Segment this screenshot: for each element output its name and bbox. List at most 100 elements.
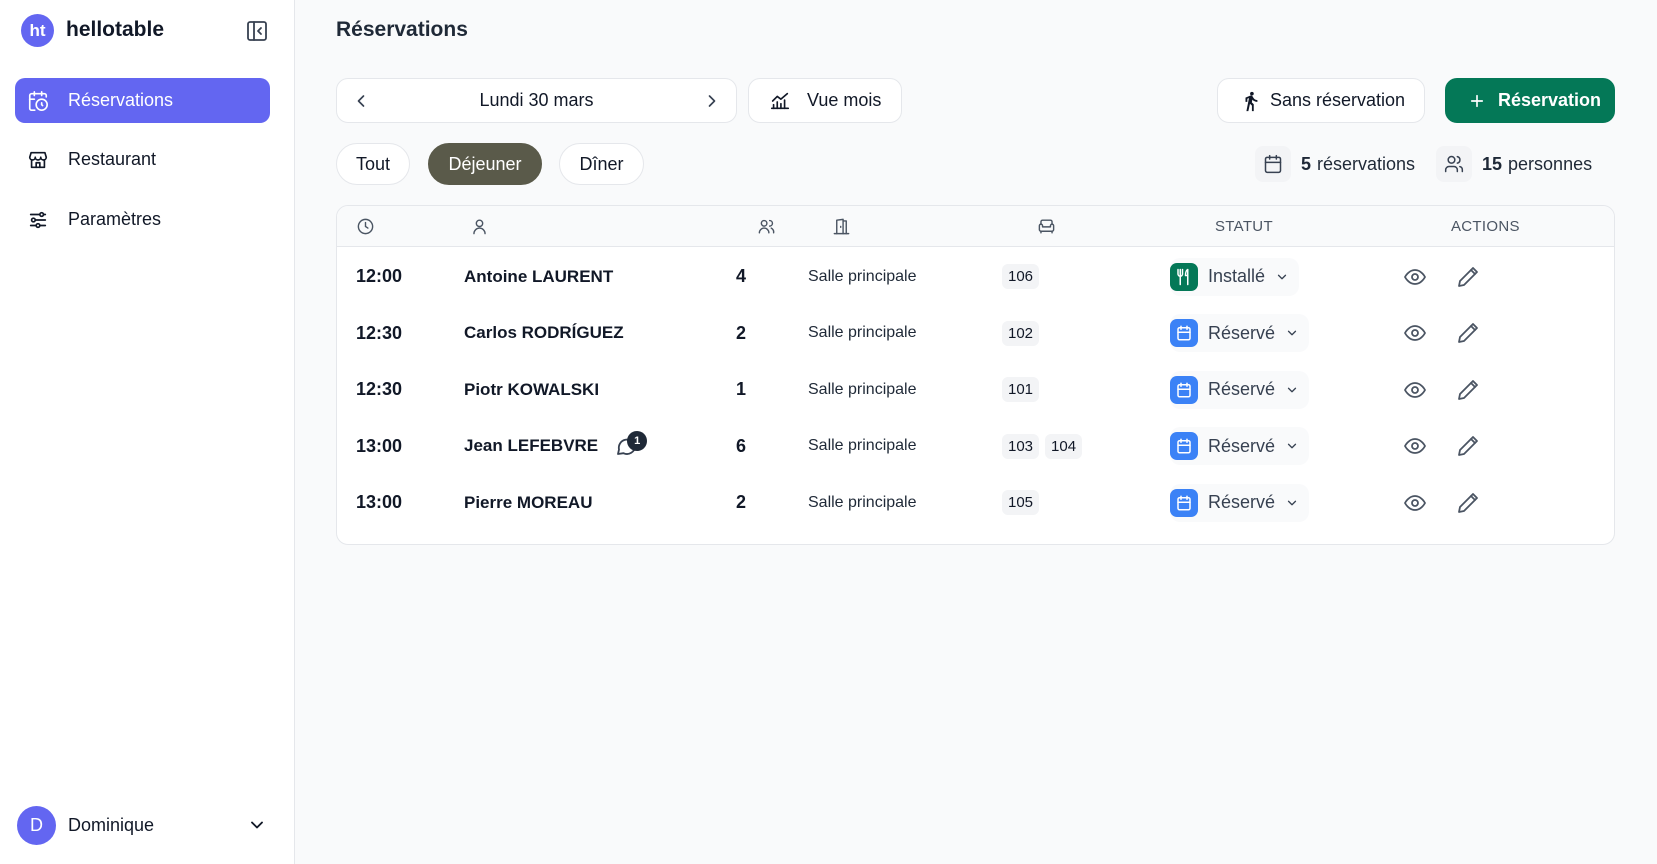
edit-button[interactable] [1456,247,1480,307]
chevron-down-icon [251,821,263,829]
calendar-icon [1170,319,1198,348]
calendar-icon [1170,375,1198,404]
walk-in-button[interactable]: Sans réservation [1217,78,1425,123]
status-label: Réservé [1208,435,1276,456]
edit-button[interactable] [1456,473,1480,533]
table-numbers: 102 [1002,304,1045,364]
user-icon [470,217,489,240]
logo: ht [21,14,54,47]
filter-dejeuner[interactable]: Déjeuner [428,143,542,185]
guest-name: Pierre MOREAU [464,492,593,512]
reservation-time: 12:30 [356,322,403,343]
walk-in-label: Sans réservation [1270,90,1406,110]
pencil-icon [1458,379,1478,400]
party-size: 6 [736,435,747,456]
edit-button[interactable] [1456,417,1480,477]
add-reservation-button[interactable]: Réservation [1445,78,1615,123]
table-row[interactable]: 13:00 Jean LEFEBVRE 1 6 Salle principale… [337,417,1614,477]
status-dropdown[interactable]: Réservé [1170,314,1310,353]
pencil-icon [1458,266,1478,287]
calendar-icon [1255,146,1291,182]
sliders-icon [29,211,47,228]
brand-name: hellotable [66,18,165,41]
pencil-icon [1458,436,1478,457]
view-button[interactable] [1403,247,1427,307]
table-numbers: 105 [1002,473,1045,533]
guest-name: Piotr KOWALSKI [464,379,600,399]
table-row[interactable]: 12:00 Antoine LAURENT 4 Salle principale… [337,247,1614,307]
view-button[interactable] [1403,473,1427,533]
table-row[interactable]: 12:30 Carlos RODRÍGUEZ 2 Salle principal… [337,304,1614,364]
month-view-button[interactable]: Vue mois [748,78,902,123]
reservation-time: 13:00 [356,435,403,456]
sidebar-item-label: Paramètres [68,209,162,229]
party-size: 1 [736,379,747,400]
sidebar-item-reservations[interactable]: Réservations [15,78,270,123]
status-dropdown[interactable]: Réservé [1170,427,1310,466]
pencil-icon [1458,492,1478,513]
table-row[interactable]: 12:30 Piotr KOWALSKI 1 Salle principale … [337,360,1614,420]
plus-icon [1470,94,1484,107]
eye-icon [1404,494,1426,511]
table-chip: 103 [1002,433,1040,459]
filter-diner[interactable]: Dîner [559,143,644,185]
chart-icon [770,92,790,109]
table-chip: 104 [1045,433,1083,459]
notes-indicator[interactable]: 1 [614,431,648,458]
edit-button[interactable] [1456,304,1480,364]
users-icon [757,217,776,240]
armchair-icon [1037,217,1056,240]
table-chip: 102 [1002,320,1040,346]
status-label: Installé [1208,266,1266,287]
status-dropdown[interactable]: Réservé [1170,370,1310,409]
status-dropdown[interactable]: Installé [1170,257,1300,296]
status-label: Réservé [1208,322,1276,343]
chevron-down-icon [1277,274,1287,280]
table-numbers: 103 104 [1002,417,1088,477]
status-cell: Réservé [1170,417,1310,477]
view-button[interactable] [1403,360,1427,420]
chevron-down-icon [1287,330,1297,336]
status-dropdown[interactable]: Réservé [1170,483,1310,522]
eye-icon [1404,325,1426,342]
view-button[interactable] [1403,304,1427,364]
date-navigator: Lundi 30 mars [336,78,737,123]
sidebar-item-restaurant[interactable]: Restaurant [15,137,270,182]
table-numbers: 101 [1002,360,1045,420]
edit-button[interactable] [1456,360,1480,420]
room-name: Salle principale [808,437,917,455]
party-size: 2 [736,492,747,513]
party-size: 4 [736,266,747,287]
eye-icon [1404,438,1426,455]
filter-tout[interactable]: Tout [336,143,410,185]
guest-name: Antoine LAURENT [464,266,614,286]
chevron-right-icon[interactable] [702,91,722,111]
room-name: Salle principale [808,380,917,398]
pencil-icon [1458,323,1478,344]
eye-icon [1404,381,1426,398]
store-icon [28,151,48,168]
table-chip: 101 [1002,377,1040,403]
add-reservation-label: Réservation [1498,90,1602,110]
notes-count-badge: 1 [627,431,648,452]
table-chip: 105 [1002,490,1040,516]
guest-name: Jean LEFEBVRE [464,436,599,456]
user-menu[interactable]: D Dominique [17,805,267,845]
table-chip: 106 [1002,264,1040,290]
table-numbers: 106 [1002,247,1045,307]
party-size: 2 [736,322,747,343]
month-view-label: Vue mois [807,90,882,110]
room-name: Salle principale [808,324,917,342]
people-count: 15 [1482,153,1503,174]
chevron-left-icon[interactable] [351,91,371,111]
table-row[interactable]: 13:00 Pierre MOREAU 2 Salle principale 1… [337,473,1614,533]
sidebar-item-parametres[interactable]: Paramètres [15,197,270,242]
view-button[interactable] [1403,417,1427,477]
actions-column-header: ACTIONS [1451,218,1520,235]
room-name: Salle principale [808,493,917,511]
guest-cell: Jean LEFEBVRE 1 [464,417,648,477]
current-date[interactable]: Lundi 30 mars [479,90,593,111]
status-cell: Réservé [1170,360,1310,420]
eye-icon [1404,268,1426,285]
sidebar-collapse-icon[interactable] [245,19,269,43]
